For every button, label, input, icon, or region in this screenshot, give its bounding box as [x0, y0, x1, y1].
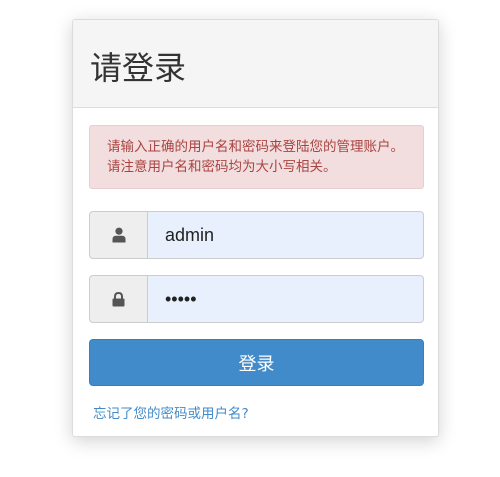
lock-icon	[89, 275, 147, 323]
forgot-password-link[interactable]: 忘记了您的密码或用户名?	[93, 402, 249, 422]
password-input[interactable]	[147, 275, 424, 323]
username-group	[89, 211, 424, 259]
username-input[interactable]	[147, 211, 424, 259]
login-button[interactable]: 登录	[89, 339, 424, 386]
page-title: 请登录	[90, 49, 187, 87]
error-alert: 请输入正确的用户名和密码来登陆您的管理账户。请注意用户名和密码均为大小写相关。	[89, 125, 424, 189]
user-icon	[89, 211, 147, 259]
password-group	[89, 275, 424, 323]
panel-heading: 请登录	[73, 20, 438, 108]
login-panel: 请登录 请输入正确的用户名和密码来登陆您的管理账户。请注意用户名和密码均为大小写…	[72, 19, 439, 437]
